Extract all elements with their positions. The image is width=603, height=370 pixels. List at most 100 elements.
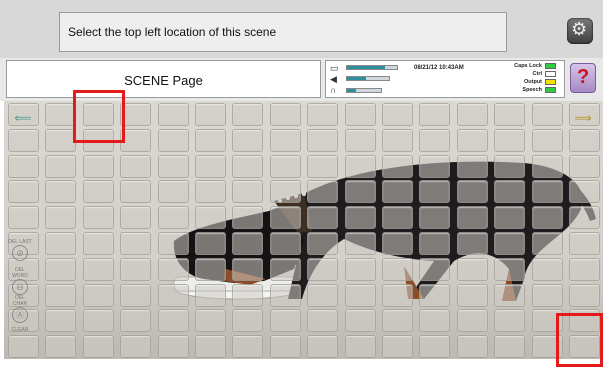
- grid-cell[interactable]: [269, 206, 301, 230]
- grid-cell[interactable]: [494, 257, 526, 281]
- grid-cell[interactable]: [456, 206, 488, 230]
- grid-cell[interactable]: [269, 180, 301, 204]
- grid-cell[interactable]: [269, 257, 301, 281]
- grid-cell[interactable]: [494, 309, 526, 333]
- grid-cell[interactable]: [195, 180, 226, 204]
- grid-cell[interactable]: [456, 257, 488, 281]
- grid-cell[interactable]: [382, 283, 413, 307]
- grid-cell[interactable]: [456, 128, 488, 152]
- grid-cell[interactable]: [232, 103, 264, 126]
- grid-cell[interactable]: [382, 180, 413, 204]
- grid-cell[interactable]: [531, 180, 563, 204]
- grid-cell[interactable]: [307, 154, 339, 178]
- grid-cell[interactable]: [569, 206, 600, 230]
- grid-cell[interactable]: [531, 257, 563, 281]
- grid-cell[interactable]: [382, 309, 413, 333]
- grid-cell[interactable]: [307, 206, 339, 230]
- grid-cell[interactable]: [382, 232, 413, 255]
- grid-cell[interactable]: [419, 128, 451, 152]
- grid-cell[interactable]: [45, 180, 77, 204]
- grid-cell[interactable]: [531, 154, 563, 178]
- grid-cell[interactable]: [120, 283, 152, 307]
- grid-cell[interactable]: [419, 206, 451, 230]
- grid-cell[interactable]: [307, 103, 339, 126]
- grid-cell[interactable]: [382, 103, 413, 126]
- grid-cell[interactable]: [232, 257, 264, 281]
- grid-cell[interactable]: [232, 154, 264, 178]
- grid-cell[interactable]: [269, 154, 301, 178]
- grid-cell[interactable]: [569, 154, 600, 178]
- grid-cell[interactable]: [120, 154, 152, 178]
- grid-cell[interactable]: [45, 335, 77, 359]
- grid-cell[interactable]: [195, 154, 226, 178]
- grid-cell[interactable]: [344, 335, 376, 359]
- grid-cell[interactable]: [531, 128, 563, 152]
- grid-cell[interactable]: [82, 180, 114, 204]
- grid-cell[interactable]: [494, 154, 526, 178]
- grid-cell[interactable]: [8, 154, 39, 178]
- grid-cell[interactable]: [82, 257, 114, 281]
- grid-cell[interactable]: [195, 257, 226, 281]
- grid-cell[interactable]: [494, 206, 526, 230]
- grid-cell[interactable]: [569, 232, 600, 255]
- forward-arrow-icon[interactable]: ⟹: [572, 111, 594, 125]
- grid-cell[interactable]: [157, 335, 189, 359]
- grid-cell[interactable]: [456, 154, 488, 178]
- grid-cell[interactable]: [82, 154, 114, 178]
- grid-cell[interactable]: [195, 283, 226, 307]
- grid-cell[interactable]: [45, 232, 77, 255]
- grid-cell[interactable]: [344, 180, 376, 204]
- grid-cell[interactable]: [269, 232, 301, 255]
- grid-cell[interactable]: [45, 206, 77, 230]
- grid-cell[interactable]: [419, 154, 451, 178]
- grid-cell[interactable]: [120, 206, 152, 230]
- grid-cell[interactable]: [82, 232, 114, 255]
- grid-cell[interactable]: [120, 309, 152, 333]
- grid-cell[interactable]: [419, 180, 451, 204]
- del-char-button[interactable]: DEL CHAR Ⓐ: [8, 295, 32, 323]
- grid-cell[interactable]: [382, 154, 413, 178]
- help-button[interactable]: ?: [570, 63, 596, 93]
- grid-cell[interactable]: [456, 180, 488, 204]
- del-last-button[interactable]: DEL LAST ⊘: [8, 239, 32, 261]
- grid-cell[interactable]: [531, 232, 563, 255]
- grid-cell[interactable]: [269, 309, 301, 333]
- grid-cell[interactable]: [419, 309, 451, 333]
- grid-cell[interactable]: [120, 257, 152, 281]
- grid-cell[interactable]: [157, 103, 189, 126]
- grid-cell[interactable]: [569, 283, 600, 307]
- grid-cell[interactable]: [382, 206, 413, 230]
- grid-cell[interactable]: [494, 103, 526, 126]
- grid-cell[interactable]: [269, 103, 301, 126]
- grid-cell[interactable]: [195, 232, 226, 255]
- grid-cell[interactable]: [344, 257, 376, 281]
- grid-cell[interactable]: [456, 309, 488, 333]
- grid-cell[interactable]: [82, 309, 114, 333]
- grid-cell[interactable]: [494, 283, 526, 307]
- grid-cell[interactable]: [195, 309, 226, 333]
- grid-cell[interactable]: [382, 257, 413, 281]
- grid-cell[interactable]: [195, 335, 226, 359]
- grid-cell[interactable]: [569, 180, 600, 204]
- grid-cell[interactable]: [494, 335, 526, 359]
- grid-cell[interactable]: [269, 128, 301, 152]
- grid-cell[interactable]: [344, 232, 376, 255]
- grid-cell[interactable]: [307, 180, 339, 204]
- grid-cell[interactable]: [419, 335, 451, 359]
- grid-cell[interactable]: [569, 128, 600, 152]
- back-arrow-icon[interactable]: ⟸: [12, 111, 34, 125]
- grid-cell[interactable]: [8, 206, 39, 230]
- grid-cell[interactable]: [232, 283, 264, 307]
- grid-cell[interactable]: [157, 154, 189, 178]
- grid-cell[interactable]: [494, 232, 526, 255]
- grid-cell[interactable]: [344, 128, 376, 152]
- grid-cell[interactable]: [494, 128, 526, 152]
- grid-cell[interactable]: [157, 309, 189, 333]
- grid-cell[interactable]: [195, 103, 226, 126]
- grid-cell[interactable]: [120, 180, 152, 204]
- clear-button[interactable]: CLEAR: [8, 327, 32, 333]
- del-word-button[interactable]: DEL WORD ⊖: [8, 267, 32, 295]
- grid-cell[interactable]: [307, 335, 339, 359]
- grid-cell[interactable]: [45, 309, 77, 333]
- grid-cell[interactable]: [344, 103, 376, 126]
